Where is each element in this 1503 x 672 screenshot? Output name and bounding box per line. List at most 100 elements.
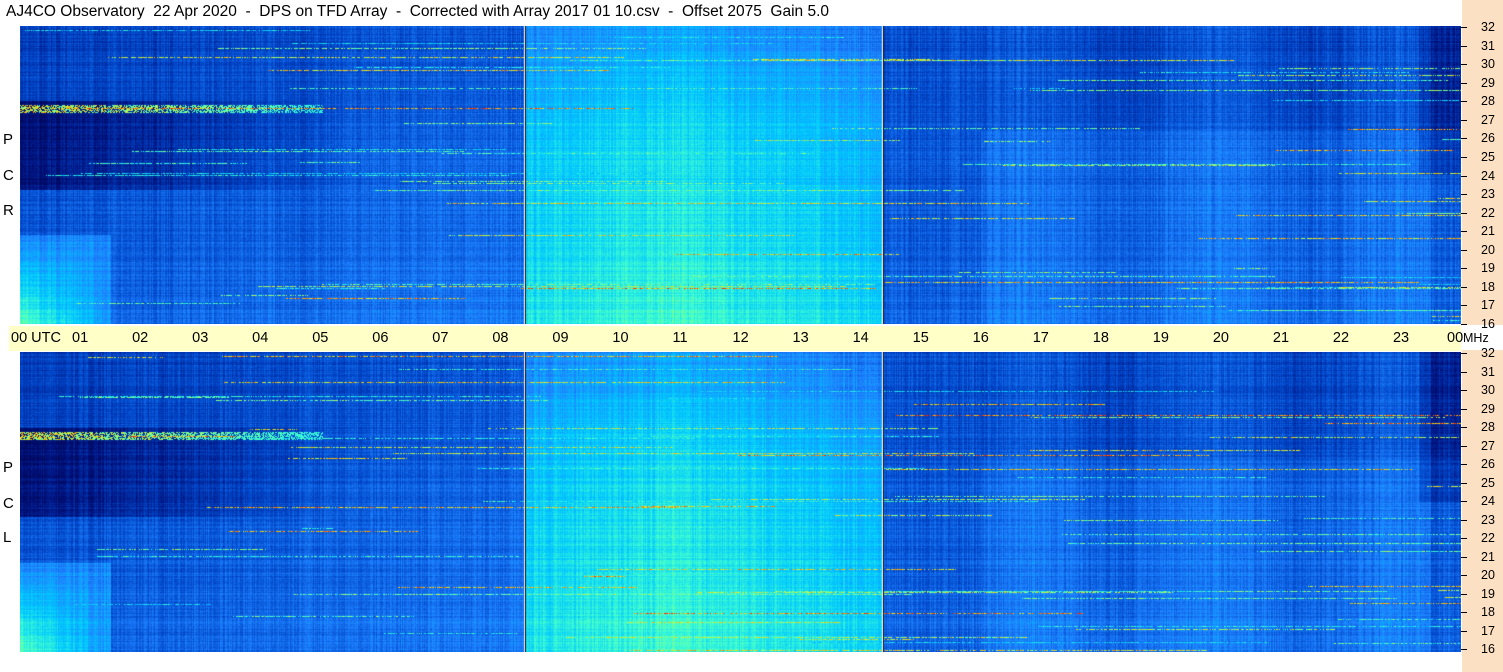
time-tick: 05 — [312, 330, 329, 346]
rcp-frequency-label: 18 — [1481, 280, 1495, 294]
time-tick: 21 — [1272, 330, 1290, 346]
rcp-frequency-tick — [1461, 213, 1467, 214]
rcp-frequency-label: 25 — [1481, 150, 1495, 164]
lcp-frequency-tick — [1461, 353, 1467, 354]
time-tick: 13 — [792, 330, 809, 346]
time-tick: 22 — [1332, 330, 1350, 346]
time-tick: 07 — [432, 330, 449, 346]
rcp-frequency-tick — [1461, 194, 1467, 195]
lcp-frequency-tick — [1461, 538, 1467, 539]
time-tick: 04 — [252, 330, 269, 346]
lcp-frequency-label: 17 — [1481, 624, 1495, 638]
rcp-frequency-tick — [1461, 250, 1467, 251]
time-axis: 00 UTC 01 02 03 04 05 06 07 08 09 10 11 12 13 14 15 16 17… — [9, 326, 1489, 351]
lcp-label-l: L — [3, 529, 12, 546]
time-tick: 00 — [1447, 330, 1464, 346]
rcp-frequency-label: 28 — [1481, 94, 1495, 108]
rcp-frequency-tick — [1461, 157, 1467, 158]
rcp-frequency-tick — [1461, 27, 1467, 28]
lcp-frequency-label: 31 — [1481, 365, 1495, 379]
lcp-frequency-tick — [1461, 631, 1467, 632]
rcp-label-r: R — [3, 202, 14, 219]
lcp-frequency-label: 29 — [1481, 402, 1495, 416]
rcp-frequency-label: 32 — [1481, 20, 1495, 34]
time-tick: 18 — [1092, 330, 1109, 346]
lcp-spectrogram — [20, 352, 1461, 652]
time-tick: 02 — [132, 330, 149, 346]
time-tick: 11 — [672, 330, 688, 346]
rcp-frequency-label: 20 — [1481, 243, 1495, 257]
rcp-frequency-tick — [1461, 176, 1467, 177]
rcp-label-c: C — [3, 167, 14, 184]
rcp-frequency-label: 26 — [1481, 131, 1495, 145]
time-tick: 20 — [1212, 330, 1229, 346]
rcp-spectrogram — [20, 26, 1461, 324]
lcp-frequency-label: 21 — [1481, 550, 1495, 564]
rcp-frequency-label: 22 — [1481, 206, 1495, 220]
rcp-frequency-tick — [1461, 305, 1467, 306]
rcp-frequency-label: 21 — [1481, 224, 1495, 238]
lcp-frequency-tick — [1461, 427, 1467, 428]
time-tick: 15 — [912, 330, 929, 346]
rcp-frequency-label: 24 — [1481, 169, 1495, 183]
lcp-frequency-label: 20 — [1481, 568, 1495, 582]
lcp-frequency-tick — [1461, 446, 1467, 447]
lcp-frequency-tick — [1461, 612, 1467, 613]
time-tick: 10 — [612, 330, 629, 346]
lcp-frequency-label: 32 — [1481, 346, 1495, 360]
time-tick: 19 — [1152, 330, 1169, 346]
rcp-frequency-label: 29 — [1481, 76, 1495, 90]
rcp-frequency-tick — [1461, 101, 1467, 102]
time-tick: 14 — [852, 330, 869, 346]
time-tick: 12 — [732, 330, 749, 346]
lcp-frequency-tick — [1461, 520, 1467, 521]
time-tick: 01 — [72, 330, 89, 346]
rcp-frequency-tick — [1461, 268, 1467, 269]
lcp-frequency-tick — [1461, 409, 1467, 410]
lcp-label-c: C — [3, 495, 14, 512]
rcp-frequency-tick — [1461, 324, 1467, 325]
lcp-frequency-label: 25 — [1481, 476, 1495, 490]
rcp-frequency-tick — [1461, 287, 1467, 288]
rcp-label-p: P — [3, 131, 14, 148]
rcp-frequency-tick — [1461, 64, 1467, 65]
lcp-frequency-tick — [1461, 390, 1467, 391]
lcp-frequency-tick — [1461, 649, 1467, 650]
lcp-frequency-label: 27 — [1481, 439, 1495, 453]
time-tick: 08 — [492, 330, 509, 346]
rcp-frequency-tick — [1461, 138, 1467, 139]
rcp-frequency-tick — [1461, 83, 1467, 84]
chart-title: AJ4CO Observatory 22 Apr 2020 - DPS on T… — [6, 3, 830, 20]
rcp-frequency-label: 19 — [1481, 261, 1495, 275]
time-tick: 06 — [372, 330, 389, 346]
time-tick: 16 — [972, 330, 989, 346]
lcp-frequency-label: 26 — [1481, 457, 1495, 471]
lcp-frequency-label: 24 — [1481, 494, 1495, 508]
rcp-frequency-tick — [1461, 46, 1467, 47]
lcp-frequency-tick — [1461, 575, 1467, 576]
lcp-frequency-tick — [1461, 557, 1467, 558]
lcp-frequency-label: 19 — [1481, 587, 1495, 601]
lcp-frequency-tick — [1461, 483, 1467, 484]
lcp-frequency-tick — [1461, 464, 1467, 465]
rcp-frequency-tick — [1461, 120, 1467, 121]
lcp-frequency-tick — [1461, 594, 1467, 595]
lcp-frequency-label: 22 — [1481, 531, 1495, 545]
rcp-frequency-label: 17 — [1481, 298, 1495, 312]
rcp-frequency-label: 30 — [1481, 57, 1495, 71]
rcp-frequency-label: 27 — [1481, 113, 1495, 127]
time-tick: 23 — [1392, 330, 1410, 346]
lcp-frequency-tick — [1461, 501, 1467, 502]
rcp-frequency-label: 23 — [1481, 187, 1495, 201]
time-tick: 03 — [192, 330, 209, 346]
rcp-frequency-tick — [1461, 231, 1467, 232]
rcp-frequency-label: 31 — [1481, 39, 1495, 53]
time-tick: 09 — [552, 330, 569, 346]
lcp-frequency-label: 18 — [1481, 605, 1495, 619]
lcp-frequency-label: 23 — [1481, 513, 1495, 527]
lcp-frequency-label: 28 — [1481, 420, 1495, 434]
lcp-frequency-tick — [1461, 372, 1467, 373]
lcp-frequency-label: 16 — [1481, 642, 1495, 656]
time-tick: 00 UTC — [11, 330, 61, 346]
lcp-frequency-label: 30 — [1481, 383, 1495, 397]
